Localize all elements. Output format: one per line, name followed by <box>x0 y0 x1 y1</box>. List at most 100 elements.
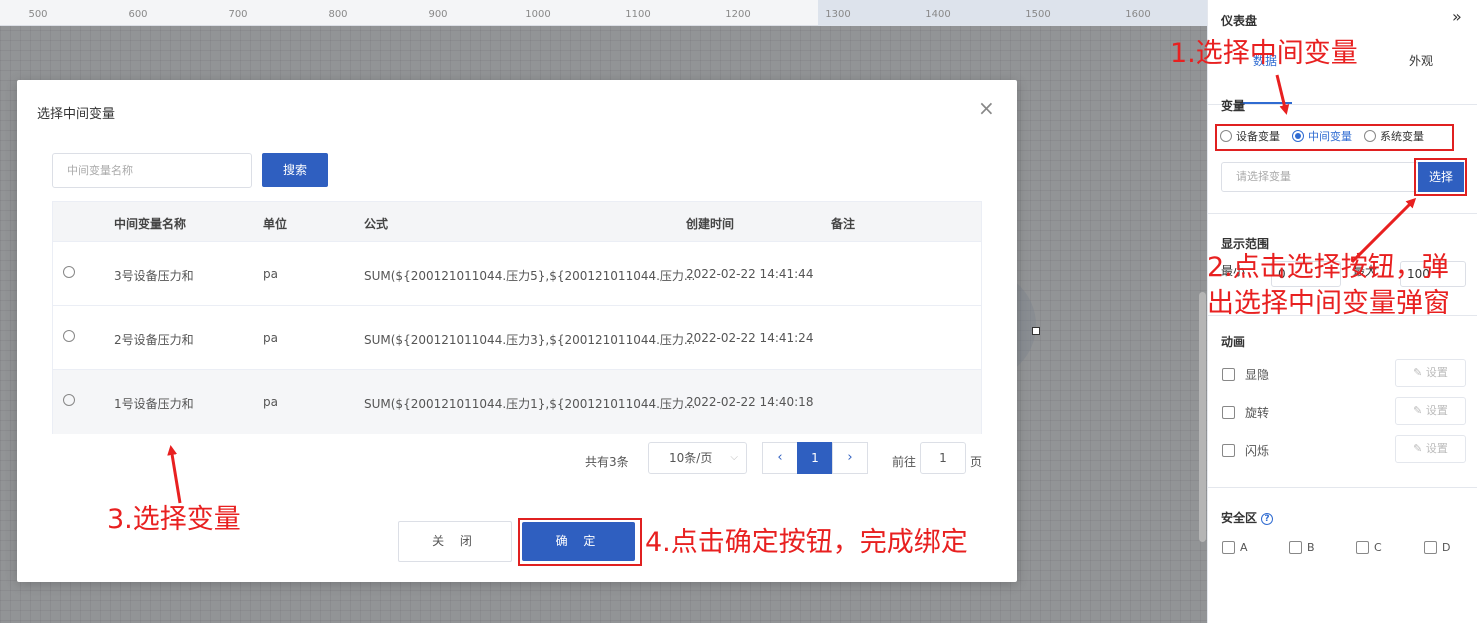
table-row[interactable]: 2号设备压力和 pa SUM(${200121011044.压力3},${200… <box>53 306 981 370</box>
radio-label: 中间变量 <box>1308 130 1352 143</box>
variable-select-input[interactable]: 请选择变量 <box>1221 162 1419 192</box>
safe-zone-label: 安全区 <box>1221 511 1258 525</box>
animation-visibility-row[interactable]: 显隐 <box>1222 366 1269 383</box>
animation-label: 旋转 <box>1245 406 1270 420</box>
annotation-step3: 3.选择变量 <box>107 504 241 535</box>
cell-formula: SUM(${200121011044.压力1},${200121011044.压… <box>364 397 696 411</box>
choose-variable-button[interactable]: 选择 <box>1418 162 1464 192</box>
page-size-select[interactable]: 10条/页 ⌵ <box>648 442 747 474</box>
resize-handle[interactable] <box>1032 327 1040 335</box>
close-button[interactable]: 关 闭 <box>398 521 512 562</box>
goto-page-input[interactable]: 1 <box>920 442 966 474</box>
chevron-down-icon: ⌵ <box>730 452 738 463</box>
checkbox-icon[interactable] <box>1356 541 1369 554</box>
prev-page-button[interactable]: ‹ <box>762 442 798 474</box>
column-header-formula: 公式 <box>364 217 389 231</box>
radio-circle-icon <box>1220 130 1232 142</box>
goto-label: 前往 <box>892 455 917 469</box>
cell-unit: pa <box>263 331 278 345</box>
cell-formula: SUM(${200121011044.压力3},${200121011044.压… <box>364 333 696 347</box>
radio-selected-icon <box>1292 130 1304 142</box>
safe-zone-option-label: D <box>1442 541 1451 554</box>
section-divider <box>1208 487 1477 488</box>
next-page-button[interactable]: › <box>832 442 868 474</box>
animation-rotate-row[interactable]: 旋转 <box>1222 404 1269 421</box>
safe-zone-option-label: B <box>1307 541 1315 554</box>
radio-intermediate-variable[interactable]: 中间变量 <box>1292 128 1352 144</box>
annotation-step2-line1: 2.点击选择按钮，弹 <box>1207 252 1449 283</box>
settings-label: 设置 <box>1425 442 1448 455</box>
checkbox-icon[interactable] <box>1222 444 1235 457</box>
canvas-scrollbar[interactable] <box>1199 292 1206 542</box>
cell-formula: SUM(${200121011044.压力5},${200121011044.压… <box>364 269 696 283</box>
variable-table: 中间变量名称 单位 公式 创建时间 备注 3号设备压力和 pa SUM(${20… <box>52 201 982 434</box>
help-icon[interactable]: ? <box>1261 512 1274 525</box>
settings-label: 设置 <box>1425 404 1448 417</box>
column-header-note: 备注 <box>831 217 856 231</box>
ruler-tick: 700 <box>228 9 248 20</box>
row-radio-icon[interactable] <box>63 330 75 342</box>
ruler-tick: 1400 <box>925 9 951 20</box>
blink-settings-button[interactable]: ✎ 设置 <box>1395 435 1466 463</box>
ruler-tick: 1100 <box>625 9 651 20</box>
variable-section-title: 变量 <box>1221 99 1246 113</box>
search-input[interactable]: 中间变量名称 <box>52 153 252 188</box>
ruler-tick: 1200 <box>725 9 751 20</box>
cell-created: 2022-02-22 14:41:24 <box>686 331 814 345</box>
annotation-step1: 1.选择中间变量 <box>1170 38 1358 69</box>
edit-icon: ✎ <box>1413 404 1426 417</box>
annotation-step2-line2: 出选择中间变量弹窗 <box>1207 288 1450 319</box>
tab-divider <box>1208 104 1477 105</box>
variable-type-radio-group: 设备变量 中间变量 系统变量 <box>1220 128 1430 144</box>
visibility-settings-button[interactable]: ✎ 设置 <box>1395 359 1466 387</box>
column-header-name: 中间变量名称 <box>114 217 187 231</box>
safe-zone-option-a[interactable]: A <box>1222 541 1248 554</box>
ruler-tick: 600 <box>128 9 148 20</box>
tab-appearance[interactable]: 外观 <box>1409 52 1433 69</box>
horizontal-ruler: 500 600 700 800 900 1000 1100 1200 1300 … <box>0 0 1207 26</box>
checkbox-icon[interactable] <box>1289 541 1302 554</box>
table-row[interactable]: 1号设备压力和 pa SUM(${200121011044.压力1},${200… <box>53 370 981 434</box>
safe-zone-option-label: C <box>1374 541 1382 554</box>
pagination: 共有3条 10条/页 ⌵ ‹ 1 › 前往 1 页 <box>17 442 1017 474</box>
safe-zone-title: 安全区? <box>1221 509 1274 526</box>
animation-label: 闪烁 <box>1245 444 1270 458</box>
checkbox-icon[interactable] <box>1424 541 1437 554</box>
settings-label: 设置 <box>1425 366 1448 379</box>
search-button[interactable]: 搜索 <box>262 153 328 187</box>
radio-system-variable[interactable]: 系统变量 <box>1364 128 1424 144</box>
safe-zone-option-label: A <box>1240 541 1248 554</box>
edit-icon: ✎ <box>1413 442 1426 455</box>
checkbox-icon[interactable] <box>1222 541 1235 554</box>
confirm-button[interactable]: 确 定 <box>522 522 635 561</box>
row-radio-icon[interactable] <box>63 394 75 406</box>
safe-zone-option-c[interactable]: C <box>1356 541 1382 554</box>
chevron-left-icon: ‹ <box>777 450 783 465</box>
panel-title: 仪表盘 <box>1221 14 1258 28</box>
safe-zone-option-d[interactable]: D <box>1424 541 1450 554</box>
ruler-tick: 1500 <box>1025 9 1051 20</box>
row-radio-icon[interactable] <box>63 266 75 278</box>
rotate-settings-button[interactable]: ✎ 设置 <box>1395 397 1466 425</box>
annotation-step4: 4.点击确定按钮，完成绑定 <box>645 527 968 558</box>
animation-label: 显隐 <box>1245 368 1270 382</box>
ruler-tick: 500 <box>28 9 48 20</box>
chevron-right-icon: › <box>847 450 853 465</box>
checkbox-icon[interactable] <box>1222 406 1235 419</box>
radio-label: 系统变量 <box>1380 130 1424 143</box>
table-header: 中间变量名称 单位 公式 创建时间 备注 <box>53 202 981 242</box>
safe-zone-option-b[interactable]: B <box>1289 541 1315 554</box>
column-header-created: 创建时间 <box>686 217 735 231</box>
table-row[interactable]: 3号设备压力和 pa SUM(${200121011044.压力5},${200… <box>53 242 981 306</box>
animation-section-title: 动画 <box>1221 335 1246 349</box>
checkbox-icon[interactable] <box>1222 368 1235 381</box>
column-header-unit: 单位 <box>263 217 288 231</box>
cell-created: 2022-02-22 14:41:44 <box>686 267 814 281</box>
radio-device-variable[interactable]: 设备变量 <box>1220 128 1280 144</box>
collapse-icon[interactable]: » <box>1452 7 1462 26</box>
animation-blink-row[interactable]: 闪烁 <box>1222 442 1269 459</box>
page-number-current[interactable]: 1 <box>797 442 833 474</box>
cell-created: 2022-02-22 14:40:18 <box>686 395 814 409</box>
cell-unit: pa <box>263 395 278 409</box>
close-icon[interactable]: × <box>978 98 995 118</box>
